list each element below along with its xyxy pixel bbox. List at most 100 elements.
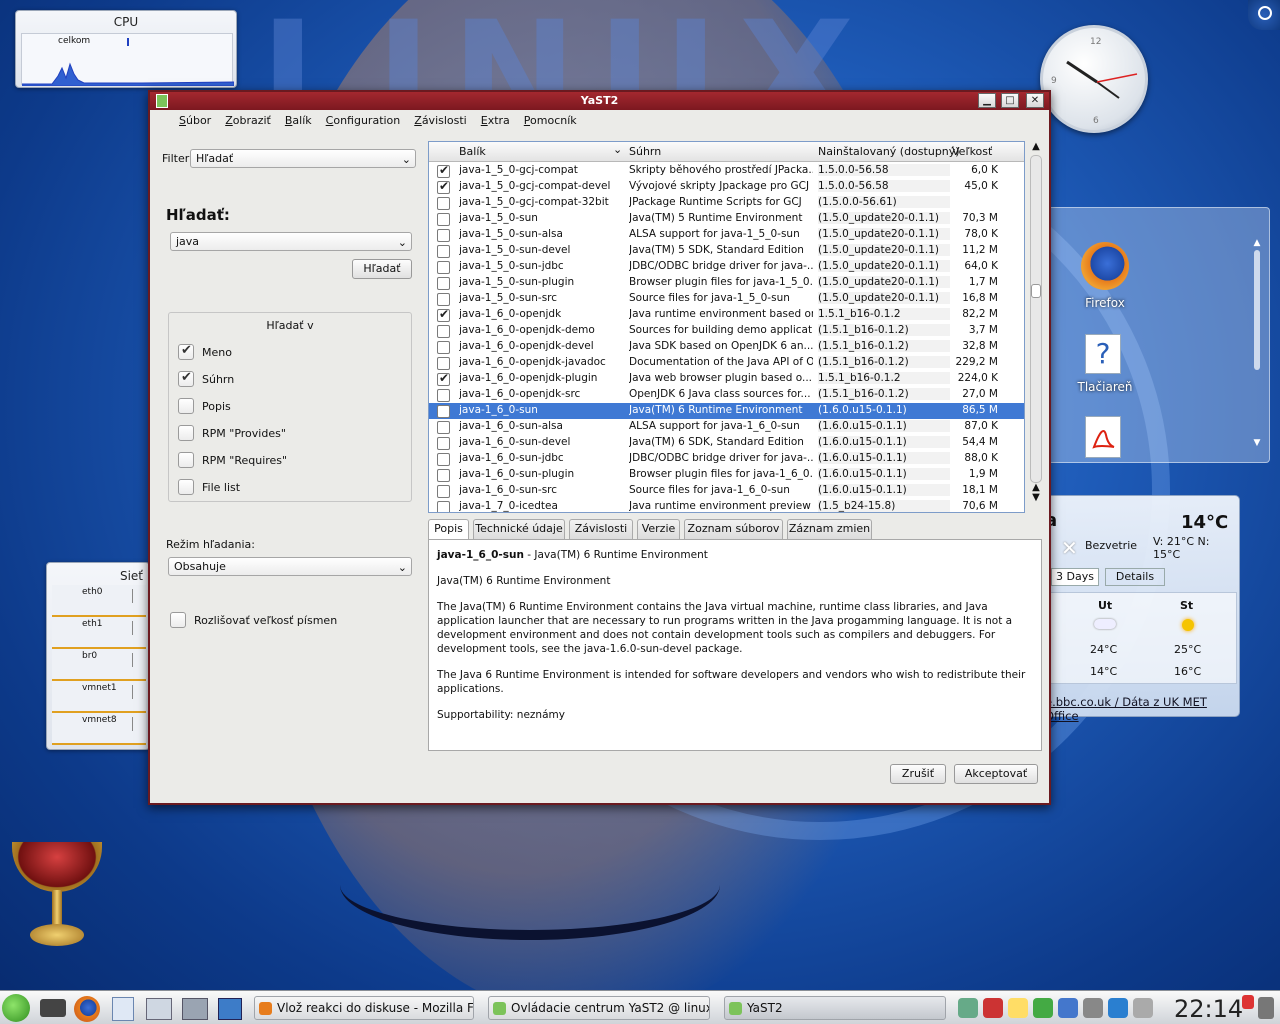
- hp-icon[interactable]: [1058, 998, 1078, 1018]
- table-row[interactable]: java-1_6_0-openjdk-javadoc Documentation …: [429, 355, 1024, 371]
- text-editor-icon[interactable]: [112, 997, 134, 1021]
- volume-icon[interactable]: [958, 998, 978, 1018]
- table-row[interactable]: java-1_5_0-sun-plugin Browser plugin file…: [429, 275, 1024, 291]
- package-status-checkbox[interactable]: [437, 229, 450, 242]
- package-status-checkbox[interactable]: [437, 405, 450, 418]
- firefox-desktop-icon[interactable]: [1081, 242, 1129, 290]
- package-status-checkbox[interactable]: [437, 325, 450, 338]
- menu-1[interactable]: Zobraziť: [218, 114, 278, 127]
- package-status-checkbox[interactable]: [437, 293, 450, 306]
- package-status-checkbox[interactable]: [437, 469, 450, 482]
- tab-0[interactable]: Popis: [428, 519, 469, 540]
- devices-icon[interactable]: [40, 999, 66, 1017]
- package-status-checkbox[interactable]: [437, 357, 450, 370]
- logout-icon[interactable]: [1248, 0, 1280, 30]
- menu-0[interactable]: Súbor: [172, 114, 218, 127]
- weather-tab-details[interactable]: Details: [1105, 568, 1165, 586]
- goblet-desktop-icon[interactable]: [12, 842, 102, 952]
- tab-2[interactable]: Závislosti: [569, 519, 633, 539]
- menu-5[interactable]: Extra: [474, 114, 517, 127]
- scroll-track[interactable]: [1030, 155, 1042, 483]
- tab-5[interactable]: Záznam zmien: [787, 519, 872, 539]
- table-row[interactable]: java-1_6_0-openjdk-devel Java SDK based o…: [429, 339, 1024, 355]
- task-button[interactable]: Ovládacie centrum YaST2 @ linux-g: [488, 996, 710, 1020]
- search-option-checkbox[interactable]: [178, 452, 194, 468]
- package-status-checkbox[interactable]: [437, 501, 450, 512]
- header-summary[interactable]: Súhrn: [629, 145, 661, 158]
- menu-6[interactable]: Pomocník: [517, 114, 584, 127]
- task-button[interactable]: YaST2: [724, 996, 946, 1020]
- package-status-checkbox[interactable]: [437, 213, 450, 226]
- package-status-checkbox[interactable]: [437, 179, 450, 194]
- table-row[interactable]: java-1_6_0-openjdk-demo Sources for build…: [429, 323, 1024, 339]
- pdf-desktop-icon[interactable]: [1085, 416, 1121, 458]
- table-row[interactable]: java-1_5_0-gcj-compat-devel Vývojové skri…: [429, 179, 1024, 195]
- package-status-checkbox[interactable]: [437, 261, 450, 274]
- table-row[interactable]: java-1_5_0-sun-jdbc JDBC/ODBC bridge driv…: [429, 259, 1024, 275]
- package-status-checkbox[interactable]: [437, 453, 450, 466]
- table-row[interactable]: java-1_6_0-openjdk Java runtime environme…: [429, 307, 1024, 323]
- desktop-pager-icon[interactable]: [182, 998, 208, 1020]
- yast-titlebar[interactable]: YaST2 ▁ □ ✕: [150, 92, 1049, 110]
- sort-chevron-icon[interactable]: ⌄: [613, 143, 622, 156]
- task-button[interactable]: Vlož reakci do diskuse - Mozilla Firef: [254, 996, 474, 1020]
- search-mode-select[interactable]: Obsahuje ⌄: [168, 557, 412, 576]
- firefox-launcher-icon[interactable]: [74, 996, 100, 1022]
- search-option-checkbox[interactable]: [178, 370, 194, 387]
- folder-view-scrollbar[interactable]: ▲ ▼: [1251, 238, 1263, 448]
- table-row[interactable]: java-1_5_0-gcj-compat-32bit JPackage Runt…: [429, 195, 1024, 211]
- table-row[interactable]: java-1_5_0-sun-src Source files for java-…: [429, 291, 1024, 307]
- filter-select[interactable]: Hľadať ⌄: [190, 149, 416, 168]
- clock[interactable]: 22:14: [1174, 995, 1243, 1023]
- search-input[interactable]: java ⌄: [170, 232, 412, 251]
- weather-tab-days[interactable]: 3 Days: [1051, 568, 1099, 586]
- package-status-checkbox[interactable]: [437, 307, 450, 322]
- package-status-checkbox[interactable]: [437, 485, 450, 498]
- table-row[interactable]: java-1_6_0-sun-alsa ALSA support for java…: [429, 419, 1024, 435]
- show-desktop-icon[interactable]: [218, 998, 242, 1020]
- start-menu-icon[interactable]: [2, 994, 30, 1022]
- table-row[interactable]: java-1_6_0-openjdk-plugin Java web browse…: [429, 371, 1024, 387]
- tab-1[interactable]: Technické údaje: [473, 519, 565, 539]
- search-option-checkbox[interactable]: [178, 398, 194, 414]
- case-sensitive-checkbox[interactable]: [170, 612, 186, 628]
- table-row[interactable]: java-1_5_0-sun Java(TM) 5 Runtime Environ…: [429, 211, 1024, 227]
- package-status-checkbox[interactable]: [437, 163, 450, 178]
- package-status-checkbox[interactable]: [437, 341, 450, 354]
- scroll-down-icon[interactable]: ▲ ▼: [1028, 483, 1044, 503]
- scroll-up-icon[interactable]: ▲: [1028, 141, 1044, 155]
- header-size[interactable]: Veľkosť: [952, 145, 992, 158]
- table-row[interactable]: java-1_6_0-sun Java(TM) 6 Runtime Environ…: [429, 403, 1024, 419]
- menu-2[interactable]: Balík: [278, 114, 319, 127]
- menu-4[interactable]: Závislosti: [407, 114, 473, 127]
- search-option-checkbox[interactable]: [178, 343, 194, 360]
- klipper-icon[interactable]: [983, 998, 1003, 1018]
- table-row[interactable]: java-1_5_0-sun-alsa ALSA support for java…: [429, 227, 1024, 243]
- cancel-button[interactable]: Zrušiť: [890, 764, 946, 784]
- table-row[interactable]: java-1_6_0-sun-devel Java(TM) 6 SDK, Stan…: [429, 435, 1024, 451]
- notes-icon[interactable]: [1008, 998, 1028, 1018]
- header-installed[interactable]: Nainštalovaný (dostupný): [818, 145, 960, 158]
- table-row[interactable]: java-1_5_0-gcj-compat Skripty běhového pr…: [429, 163, 1024, 179]
- package-status-checkbox[interactable]: [437, 277, 450, 290]
- power-icon[interactable]: [1242, 995, 1254, 1009]
- accept-button[interactable]: Akceptovať: [954, 764, 1038, 784]
- table-row[interactable]: java-1_6_0-sun-src Source files for java-…: [429, 483, 1024, 499]
- network-manager-icon[interactable]: [1033, 998, 1053, 1018]
- tab-3[interactable]: Verzie: [637, 519, 680, 539]
- tab-4[interactable]: Zoznam súborov: [684, 519, 783, 539]
- search-option-checkbox[interactable]: [178, 425, 194, 441]
- table-row[interactable]: java-1_6_0-sun-plugin Browser plugin file…: [429, 467, 1024, 483]
- table-row[interactable]: java-1_5_0-sun-devel Java(TM) 5 SDK, Stan…: [429, 243, 1024, 259]
- search-option-checkbox[interactable]: [178, 479, 194, 495]
- package-status-checkbox[interactable]: [437, 421, 450, 434]
- printer-desktop-icon[interactable]: ?: [1085, 334, 1121, 374]
- header-package[interactable]: Balík: [459, 145, 486, 158]
- table-row[interactable]: java-1_6_0-openjdk-src OpenJDK 6 Java cla…: [429, 387, 1024, 403]
- updater-icon[interactable]: [1083, 998, 1103, 1018]
- panel-toolbox-icon[interactable]: [1258, 997, 1274, 1019]
- package-status-checkbox[interactable]: [437, 245, 450, 258]
- package-status-checkbox[interactable]: [437, 371, 450, 386]
- table-row[interactable]: java-1_7_0-icedtea Java runtime environme…: [429, 499, 1024, 512]
- close-button[interactable]: ✕: [1026, 93, 1044, 108]
